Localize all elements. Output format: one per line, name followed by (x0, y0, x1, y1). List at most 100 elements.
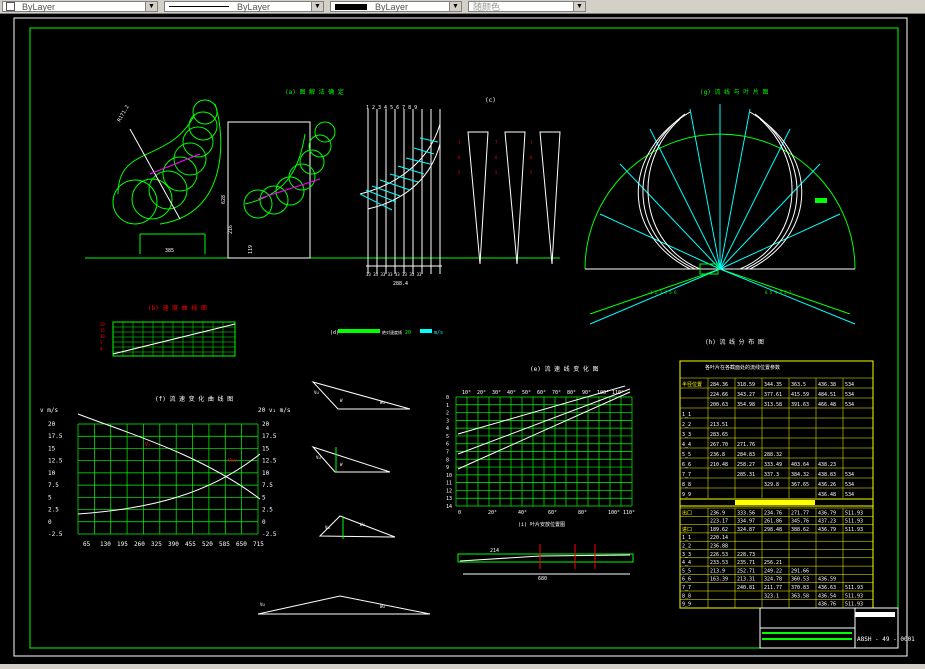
table-cell: 363.5 (791, 382, 806, 388)
x-tick-label: 715 (253, 541, 264, 548)
table-cell: 258.27 (737, 462, 755, 468)
table-cell: 344.35 (764, 382, 782, 388)
table-cell: 288.32 (764, 452, 782, 458)
table-cell: 436.59 (818, 577, 836, 583)
layer-combo[interactable]: ByLayer ▼ (2, 1, 158, 12)
table-cell: 223.17 (710, 519, 728, 525)
e-left-tick: 10 (446, 473, 452, 479)
table-cell: 391.63 (791, 402, 809, 408)
x-tick-label: 260 (134, 541, 145, 548)
chevron-down-icon[interactable]: ▼ (573, 2, 585, 11)
fig-e-chart: (e) 流 速 线 变 化 图 10° 20° 30° 40° 50° 60° 70° 80°… (446, 365, 635, 516)
x-tick-label: 585 (219, 541, 230, 548)
table-cell: 334.97 (737, 519, 755, 525)
table-cell: 半径位置 (682, 381, 702, 388)
linetype-swatch-icon (169, 6, 229, 7)
y-tick-label: 20 (262, 421, 270, 428)
svg-text:Vuv: Vuv (228, 458, 237, 464)
cad-drawing-canvas[interactable]: (a) 图 解 法 确 定 385 R171.2 216 119 628 1 2… (0, 14, 925, 664)
table-cell: 2_2 (682, 544, 691, 550)
drawing-viewport[interactable]: (a) 图 解 法 确 定 385 R171.2 216 119 628 1 2… (0, 14, 925, 664)
y-tick-label: 5 (48, 494, 52, 501)
e-top-tick: 90° (582, 390, 591, 396)
svg-text:20 v₁ m/s: 20 v₁ m/s (258, 407, 291, 414)
e-left-tick: 0 (446, 395, 449, 401)
table-cell: 511.93 (845, 585, 863, 591)
table-cell: 534 (845, 382, 854, 388)
svg-text:680: 680 (538, 576, 547, 582)
table-cell: 220.14 (710, 535, 728, 541)
e-left-tick: 8 (446, 457, 449, 463)
x-tick-label: 650 (236, 541, 247, 548)
svg-text:6: 6 (495, 155, 498, 160)
y-tick-label: 17.5 (48, 433, 63, 440)
table-cell: 213.51 (710, 422, 728, 428)
svg-text:m/s: m/s (434, 330, 443, 336)
y-tick-label: 0 (262, 519, 266, 526)
table-cell: 256.21 (764, 560, 782, 566)
table-cell: 436.79 (818, 527, 836, 533)
lineweight-combo[interactable]: ByLayer ▼ (330, 1, 462, 12)
table-cell: 370.83 (791, 585, 809, 591)
dim-119: 119 (248, 245, 254, 254)
e-left-tick: 14 (446, 504, 452, 510)
table-cell: 211.77 (764, 585, 782, 591)
table-cell: 360.53 (791, 577, 809, 583)
chevron-down-icon[interactable]: ▼ (145, 2, 157, 11)
y-tick-label: 10 (48, 470, 56, 477)
table-cell: 291.66 (791, 568, 809, 574)
svg-text:5: 5 (100, 340, 103, 345)
x-tick-label: 65 (83, 541, 91, 548)
table-cell: 333.56 (737, 510, 755, 516)
table-cell: 436.63 (818, 585, 836, 591)
fig-i-title: (i) 叶片安放位置图 (518, 521, 565, 528)
table-cell: 436.79 (818, 510, 836, 516)
x-tick-label: 520 (202, 541, 213, 548)
linetype-combo[interactable]: ByLayer ▼ (164, 1, 324, 12)
table-cell: 534 (845, 492, 854, 498)
x-tick-label: 325 (151, 541, 162, 548)
title-block: A8SH - 49 - 0001 (759, 607, 915, 649)
e-left-tick: 7 (446, 450, 449, 456)
table-cell: 进口 (682, 526, 692, 533)
x-tick-label: 130 (100, 541, 111, 548)
fig-c-spikes: (c) 7 6 5 7 6 5 7 6 5 (458, 97, 561, 265)
chevron-down-icon[interactable]: ▼ (311, 2, 323, 11)
fig-g-title: (g) 流 线 与 叶 片 图 (700, 88, 769, 96)
fig-b-title: (b) 速 度 曲 线 图 (148, 304, 207, 312)
table-cell: 271.77 (791, 510, 809, 516)
e-bottom-tick: 100° (608, 510, 620, 516)
svg-text:Vu: Vu (314, 390, 319, 395)
fig-f-title: (f) 流 速 变 化 曲 线 图 (155, 395, 233, 403)
e-bottom-tick: 60° (548, 510, 557, 516)
table-cell: 3_3 (682, 432, 691, 438)
dim-216: 216 (228, 225, 234, 234)
dim-385: 385 (165, 248, 174, 254)
e-top-tick: 10° (462, 390, 471, 396)
table-cell: 236.88 (710, 544, 728, 550)
table-cell: 437.23 (818, 519, 836, 525)
chevron-down-icon[interactable]: ▼ (449, 2, 461, 11)
e-left-tick: 2 (446, 411, 449, 417)
y-tick-label: 7.5 (48, 482, 59, 489)
svg-text:W: W (340, 462, 343, 467)
table-cell: 283.65 (710, 432, 728, 438)
inner-frame (29, 27, 899, 649)
svg-text:7: 7 (495, 140, 498, 145)
svg-text:Wu: Wu (380, 604, 385, 609)
table-cell: 8_8 (682, 593, 691, 599)
y-tick-label: 2.5 (262, 507, 273, 514)
plotstyle-combo[interactable]: 随颜色 ▼ (468, 1, 586, 12)
e-left-tick: 4 (446, 426, 449, 432)
svg-text:Vu: Vu (316, 455, 321, 460)
table-cell: 298.48 (764, 527, 782, 533)
table-cell: 377.61 (764, 392, 782, 398)
svg-text:7: 7 (458, 140, 461, 145)
table-cell: 323.1 (764, 593, 779, 599)
table-cell: 324.87 (737, 527, 755, 533)
e-left-tick: 9 (446, 465, 449, 471)
svg-text:5: 5 (530, 170, 533, 175)
table-cell: 2_2 (682, 422, 691, 428)
svg-text:15: 15 (100, 328, 105, 333)
table-cell: 333.49 (764, 462, 782, 468)
